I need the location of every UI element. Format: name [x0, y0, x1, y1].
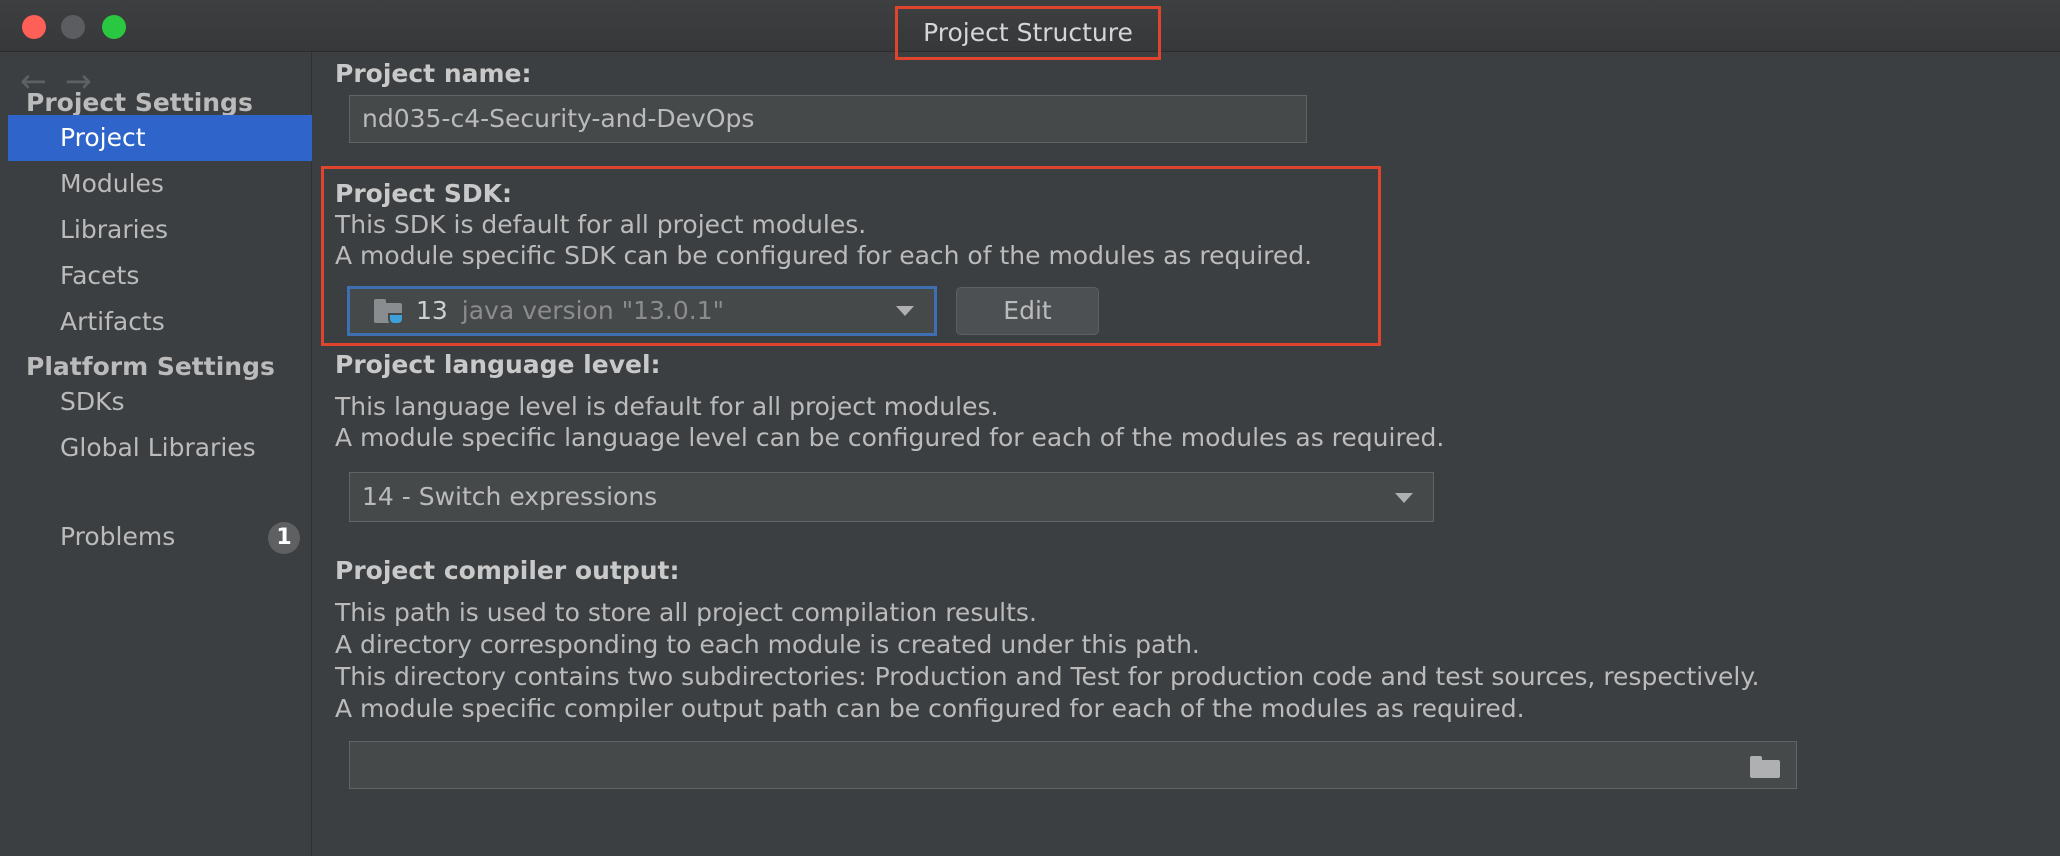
sidebar-item-label: Project [60, 123, 146, 152]
problems-count-badge: 1 [268, 522, 300, 554]
sidebar-item-label: Artifacts [60, 307, 165, 336]
compiler-output-description-4: A module specific compiler output path c… [335, 694, 1525, 723]
sidebar-item-modules[interactable]: Modules [8, 161, 312, 207]
platform-settings-heading: Platform Settings [26, 352, 275, 381]
compiler-output-description-3: This directory contains two subdirectori… [335, 662, 1760, 691]
project-name-label: Project name: [335, 59, 532, 88]
project-name-field[interactable]: nd035-c4-Security-and-DevOps [349, 95, 1307, 143]
sidebar-item-global-libraries[interactable]: Global Libraries [8, 425, 312, 471]
project-sdk-description: This SDK is default for all project modu… [335, 210, 867, 239]
sidebar-item-label: Global Libraries [60, 433, 256, 462]
edit-sdk-button[interactable]: Edit [956, 287, 1099, 335]
language-level-label: Project language level: [335, 350, 661, 379]
compiler-output-description: This path is used to store all project c… [335, 598, 1037, 627]
project-sdk-dropdown[interactable]: 13 java version "13.0.1" [347, 286, 937, 336]
sidebar-item-label: Facets [60, 261, 140, 290]
language-level-description-2: A module specific language level can be … [335, 423, 1445, 452]
compiler-output-label: Project compiler output: [335, 556, 680, 585]
sdk-version-detail: java version "13.0.1" [461, 296, 725, 325]
close-window-button[interactable] [22, 15, 46, 39]
project-settings-heading: Project Settings [26, 88, 253, 117]
sidebar-item-problems[interactable]: Problems 1 [8, 514, 312, 560]
settings-sidebar: ←→ Project Settings Project Modules Libr… [8, 52, 312, 856]
sidebar-item-project[interactable]: Project [8, 115, 312, 161]
maximize-window-button[interactable] [102, 15, 126, 39]
language-level-dropdown[interactable]: 14 - Switch expressions [349, 472, 1434, 522]
sidebar-item-label: SDKs [60, 387, 125, 416]
project-sdk-label: Project SDK: [335, 179, 512, 208]
chevron-down-icon [1395, 493, 1413, 503]
sidebar-item-libraries[interactable]: Libraries [8, 207, 312, 253]
sidebar-item-facets[interactable]: Facets [8, 253, 312, 299]
sidebar-item-label: Libraries [60, 215, 168, 244]
sdk-version: 13 [416, 296, 448, 325]
title-bar: Project Structure [0, 0, 2060, 60]
folder-java-icon [374, 299, 404, 325]
project-structure-window: Project Structure ←→ Project Settings Pr… [0, 0, 2060, 856]
compiler-output-description-2: A directory corresponding to each module… [335, 630, 1200, 659]
project-settings-panel: Project name: nd035-c4-Security-and-DevO… [313, 52, 2060, 856]
sidebar-item-sdks[interactable]: SDKs [8, 379, 312, 425]
sidebar-item-artifacts[interactable]: Artifacts [8, 299, 312, 345]
language-level-value: 14 - Switch expressions [362, 482, 658, 511]
language-level-description: This language level is default for all p… [335, 392, 999, 421]
chevron-down-icon [896, 306, 914, 316]
sidebar-item-label: Problems [60, 522, 176, 551]
sidebar-item-label: Modules [60, 169, 164, 198]
compiler-output-path-field[interactable] [349, 741, 1797, 789]
project-sdk-description-2: A module specific SDK can be configured … [335, 241, 1313, 270]
folder-icon[interactable] [1750, 756, 1782, 778]
minimize-window-button[interactable] [61, 15, 85, 39]
